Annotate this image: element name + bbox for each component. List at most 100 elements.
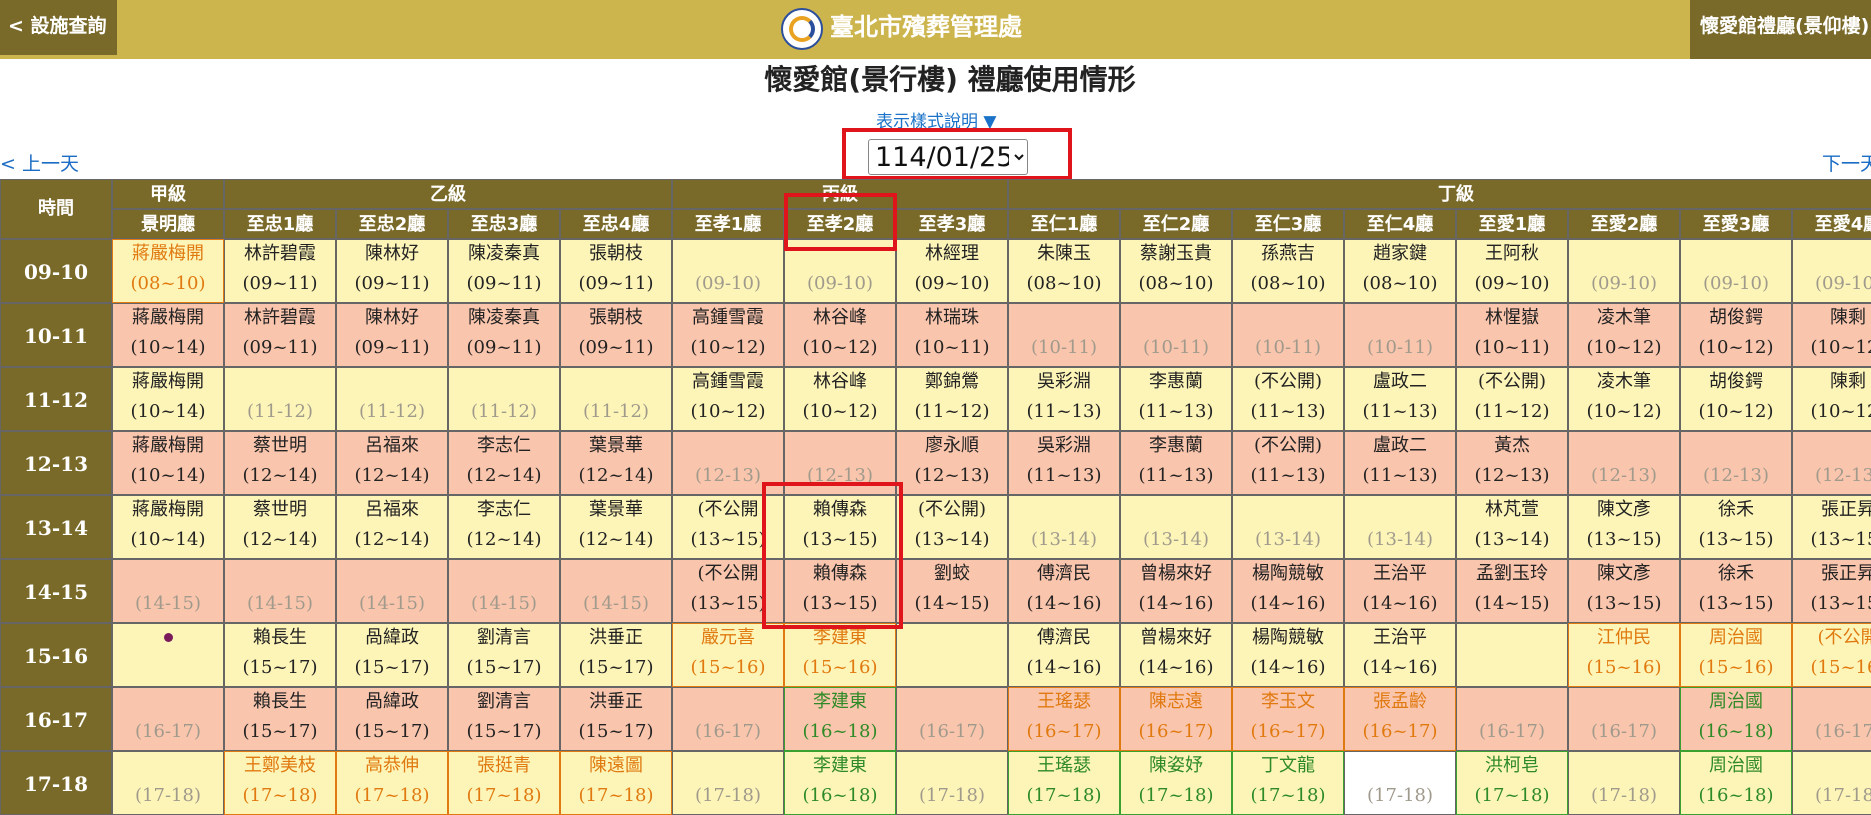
schedule-cell[interactable]: (10-11) (1344, 303, 1456, 367)
schedule-cell[interactable]: 李建東 (16~18) (784, 687, 896, 751)
schedule-cell[interactable]: 楊陶競敏 (14~16) (1232, 623, 1344, 687)
schedule-cell[interactable]: (不公開) (11~12) (1456, 367, 1568, 431)
schedule-cell[interactable]: (16-17) (896, 687, 1008, 751)
schedule-cell[interactable]: (不公開) (11~13) (1232, 367, 1344, 431)
schedule-cell[interactable]: (16-17) (1456, 687, 1568, 751)
schedule-cell[interactable]: 蔣嚴梅開 (10~14) (112, 303, 224, 367)
schedule-cell[interactable]: 陳林好 (09~11) (336, 239, 448, 303)
schedule-cell[interactable]: (14-15) (224, 559, 336, 623)
schedule-cell[interactable]: (16-17) (672, 687, 784, 751)
schedule-cell[interactable]: 王治平 (14~16) (1344, 623, 1456, 687)
schedule-cell[interactable]: (17-18) (1568, 751, 1680, 815)
schedule-cell[interactable]: 賴長生 (15~17) (224, 623, 336, 687)
schedule-cell[interactable]: 林瑞珠 (10~11) (896, 303, 1008, 367)
schedule-cell[interactable]: 陳林好 (09~11) (336, 303, 448, 367)
schedule-cell[interactable]: (16-17) (1568, 687, 1680, 751)
schedule-cell[interactable]: (不公開) (11~13) (1232, 431, 1344, 495)
schedule-cell[interactable]: 李惠蘭 (11~13) (1120, 367, 1232, 431)
schedule-cell[interactable]: 林芃萱 (13~14) (1456, 495, 1568, 559)
schedule-cell[interactable]: (17-18) (672, 751, 784, 815)
schedule-cell[interactable]: 林許碧霞 (09~11) (224, 303, 336, 367)
schedule-cell[interactable]: 李惠蘭 (11~13) (1120, 431, 1232, 495)
schedule-cell[interactable]: 葉景華 (12~14) (560, 431, 672, 495)
schedule-cell[interactable]: 張孟齡 (16~17) (1344, 687, 1456, 751)
schedule-cell[interactable]: 蔣嚴梅開 (10~14) (112, 431, 224, 495)
schedule-cell[interactable]: (10-11) (1120, 303, 1232, 367)
schedule-cell[interactable]: 盧政二 (11~13) (1344, 367, 1456, 431)
schedule-cell[interactable]: 盧政二 (11~13) (1344, 431, 1456, 495)
schedule-cell[interactable]: 高恭伸 (17~18) (336, 751, 448, 815)
schedule-cell[interactable]: 陳剩 (10~12) (1792, 367, 1871, 431)
schedule-cell[interactable]: (09-10) (1680, 239, 1792, 303)
schedule-cell[interactable]: (09-10) (1792, 239, 1871, 303)
schedule-cell[interactable]: 林惺嶽 (10~11) (1456, 303, 1568, 367)
schedule-cell[interactable]: 凌木筆 (10~12) (1568, 303, 1680, 367)
prev-day-link[interactable]: < 上一天 (0, 149, 79, 176)
schedule-cell[interactable]: 陳凌秦真 (09~11) (448, 239, 560, 303)
schedule-cell[interactable] (1456, 623, 1568, 687)
schedule-cell[interactable]: 林谷峰 (10~12) (784, 367, 896, 431)
schedule-cell[interactable]: 吳彩淵 (11~13) (1008, 367, 1120, 431)
schedule-cell[interactable]: 傅濟民 (14~16) (1008, 623, 1120, 687)
schedule-cell[interactable]: 黃杰 (12~13) (1456, 431, 1568, 495)
schedule-cell[interactable]: (10-11) (1008, 303, 1120, 367)
schedule-cell[interactable]: 林許碧霞 (09~11) (224, 239, 336, 303)
schedule-cell[interactable]: 胡俊鍔 (10~12) (1680, 303, 1792, 367)
date-select[interactable]: 114/01/25 (868, 139, 1028, 175)
schedule-cell[interactable]: 咼緯政 (15~17) (336, 623, 448, 687)
schedule-cell[interactable]: 高鍾雪霞 (10~12) (672, 367, 784, 431)
schedule-cell[interactable]: (14-15) (448, 559, 560, 623)
schedule-cell[interactable]: 王瑤瑟 (16~17) (1008, 687, 1120, 751)
schedule-cell[interactable]: 陳志遠 (16~17) (1120, 687, 1232, 751)
schedule-cell[interactable]: 孫燕吉 (08~10) (1232, 239, 1344, 303)
schedule-cell[interactable]: 傅濟民 (14~16) (1008, 559, 1120, 623)
schedule-cell[interactable]: 嚴元喜 (15~16) (672, 623, 784, 687)
schedule-cell[interactable]: 蔡世明 (12~14) (224, 431, 336, 495)
schedule-cell[interactable]: 呂福來 (12~14) (336, 431, 448, 495)
schedule-cell[interactable]: (10-11) (1232, 303, 1344, 367)
schedule-cell[interactable]: 陳凌秦真 (09~11) (448, 303, 560, 367)
schedule-cell[interactable]: 蔣嚴梅開 (10~14) (112, 495, 224, 559)
schedule-cell[interactable]: (13-14) (1120, 495, 1232, 559)
hall-switch-button[interactable]: 懷愛館禮廳(景仰樓) (1690, 0, 1871, 59)
schedule-cell[interactable]: (16-17) (1792, 687, 1871, 751)
schedule-cell[interactable]: 徐禾 (13~15) (1680, 495, 1792, 559)
schedule-cell[interactable]: 胡俊鍔 (10~12) (1680, 367, 1792, 431)
schedule-cell[interactable]: 曾楊來好 (14~16) (1120, 623, 1232, 687)
schedule-cell[interactable]: (09-10) (672, 239, 784, 303)
schedule-cell[interactable]: 周治國 (16~18) (1680, 687, 1792, 751)
schedule-cell[interactable]: (13-14) (1232, 495, 1344, 559)
schedule-cell[interactable]: 王瑤瑟 (17~18) (1008, 751, 1120, 815)
schedule-cell[interactable]: 陳剩 (10~12) (1792, 303, 1871, 367)
schedule-cell[interactable]: 咼緯政 (15~17) (336, 687, 448, 751)
schedule-cell[interactable]: (13-14) (1344, 495, 1456, 559)
schedule-cell[interactable]: (11-12) (560, 367, 672, 431)
schedule-cell[interactable]: 丁文龍 (17~18) (1232, 751, 1344, 815)
schedule-cell[interactable]: 洪柯皂 (17~18) (1456, 751, 1568, 815)
schedule-cell[interactable]: 曾楊來好 (14~16) (1120, 559, 1232, 623)
schedule-cell[interactable]: 陳文彥 (13~15) (1568, 495, 1680, 559)
schedule-cell[interactable]: 鄭錦鶯 (11~12) (896, 367, 1008, 431)
schedule-cell[interactable]: 劉蛟 (14~15) (896, 559, 1008, 623)
schedule-cell[interactable]: 賴長生 (15~17) (224, 687, 336, 751)
schedule-cell[interactable]: 張正昇 (13~15) (1792, 559, 1871, 623)
schedule-cell[interactable]: (不公開) (13~14) (896, 495, 1008, 559)
schedule-cell[interactable]: 李玉文 (16~17) (1232, 687, 1344, 751)
schedule-cell[interactable]: 王鄭美枝 (17~18) (224, 751, 336, 815)
schedule-cell[interactable]: 蔡世明 (12~14) (224, 495, 336, 559)
schedule-cell[interactable]: 徐禾 (13~15) (1680, 559, 1792, 623)
schedule-cell[interactable]: 高鍾雪霞 (10~12) (672, 303, 784, 367)
schedule-cell[interactable]: 陳文彥 (13~15) (1568, 559, 1680, 623)
schedule-cell[interactable]: (17-18) (1344, 751, 1456, 815)
schedule-cell[interactable]: 張朝枝 (09~11) (560, 239, 672, 303)
schedule-cell[interactable] (896, 623, 1008, 687)
schedule-cell[interactable]: (不公開 (15~16) (1792, 623, 1871, 687)
schedule-cell[interactable]: (11-12) (448, 367, 560, 431)
schedule-cell[interactable]: 蔣嚴梅開 (10~14) (112, 367, 224, 431)
schedule-cell[interactable]: (14-15) (560, 559, 672, 623)
schedule-cell[interactable]: 朱陳玉 (08~10) (1008, 239, 1120, 303)
schedule-cell[interactable]: 王阿秋 (09~10) (1456, 239, 1568, 303)
schedule-cell[interactable]: 王治平 (14~16) (1344, 559, 1456, 623)
schedule-cell[interactable]: 李志仁 (12~14) (448, 495, 560, 559)
schedule-cell[interactable]: 林谷峰 (10~12) (784, 303, 896, 367)
